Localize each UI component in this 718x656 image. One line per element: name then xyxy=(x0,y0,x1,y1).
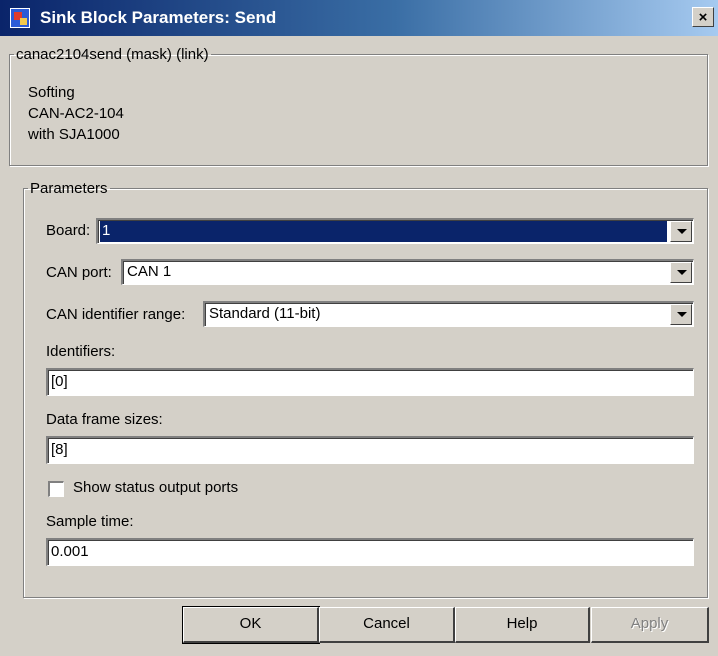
board-label: Board: xyxy=(46,222,91,239)
can-port-label: CAN port: xyxy=(46,264,112,281)
sample-time-label: Sample time: xyxy=(46,513,134,530)
title-bar: Sink Block Parameters: Send × xyxy=(0,0,718,36)
apply-button[interactable]: Apply xyxy=(591,607,709,643)
id-range-label: CAN identifier range: xyxy=(46,306,186,323)
mask-group-legend: canac2104send (mask) (link) xyxy=(16,46,209,63)
id-range-value: Standard (11-bit) xyxy=(209,305,321,322)
show-status-label: Show status output ports xyxy=(73,479,239,496)
frame-sizes-label: Data frame sizes: xyxy=(46,411,163,428)
cancel-button[interactable]: Cancel xyxy=(319,607,455,643)
frame-sizes-field[interactable]: [8] xyxy=(46,436,694,464)
board-value: 1 xyxy=(100,221,667,242)
window-title: Sink Block Parameters: Send xyxy=(40,8,277,27)
board-dropdown[interactable]: 1 xyxy=(96,218,694,244)
description-line: with SJA1000 xyxy=(28,126,120,143)
identifiers-field[interactable]: [0] xyxy=(46,368,694,396)
chevron-down-icon[interactable] xyxy=(670,304,692,325)
frame-sizes-value: [8] xyxy=(51,441,68,458)
id-range-dropdown[interactable]: Standard (11-bit) xyxy=(203,301,694,327)
can-port-value: CAN 1 xyxy=(127,263,172,280)
sample-time-value: 0.001 xyxy=(51,543,89,560)
mask-description: Softing CAN-AC2-104 with SJA1000 xyxy=(28,82,124,145)
show-status-checkbox[interactable] xyxy=(48,481,64,497)
ok-button[interactable]: OK xyxy=(182,606,320,644)
description-line: Softing xyxy=(28,84,75,101)
chevron-down-icon[interactable] xyxy=(670,221,692,242)
sample-time-field[interactable]: 0.001 xyxy=(46,538,694,566)
identifiers-label: Identifiers: xyxy=(46,343,116,360)
close-button[interactable]: × xyxy=(692,7,714,27)
chevron-down-icon[interactable] xyxy=(670,262,692,283)
parameters-group-legend: Parameters xyxy=(30,180,108,197)
description-line: CAN-AC2-104 xyxy=(28,105,124,122)
help-button[interactable]: Help xyxy=(455,607,590,643)
simulink-app-icon xyxy=(10,8,30,28)
identifiers-value: [0] xyxy=(51,373,68,390)
can-port-dropdown[interactable]: CAN 1 xyxy=(121,259,694,285)
